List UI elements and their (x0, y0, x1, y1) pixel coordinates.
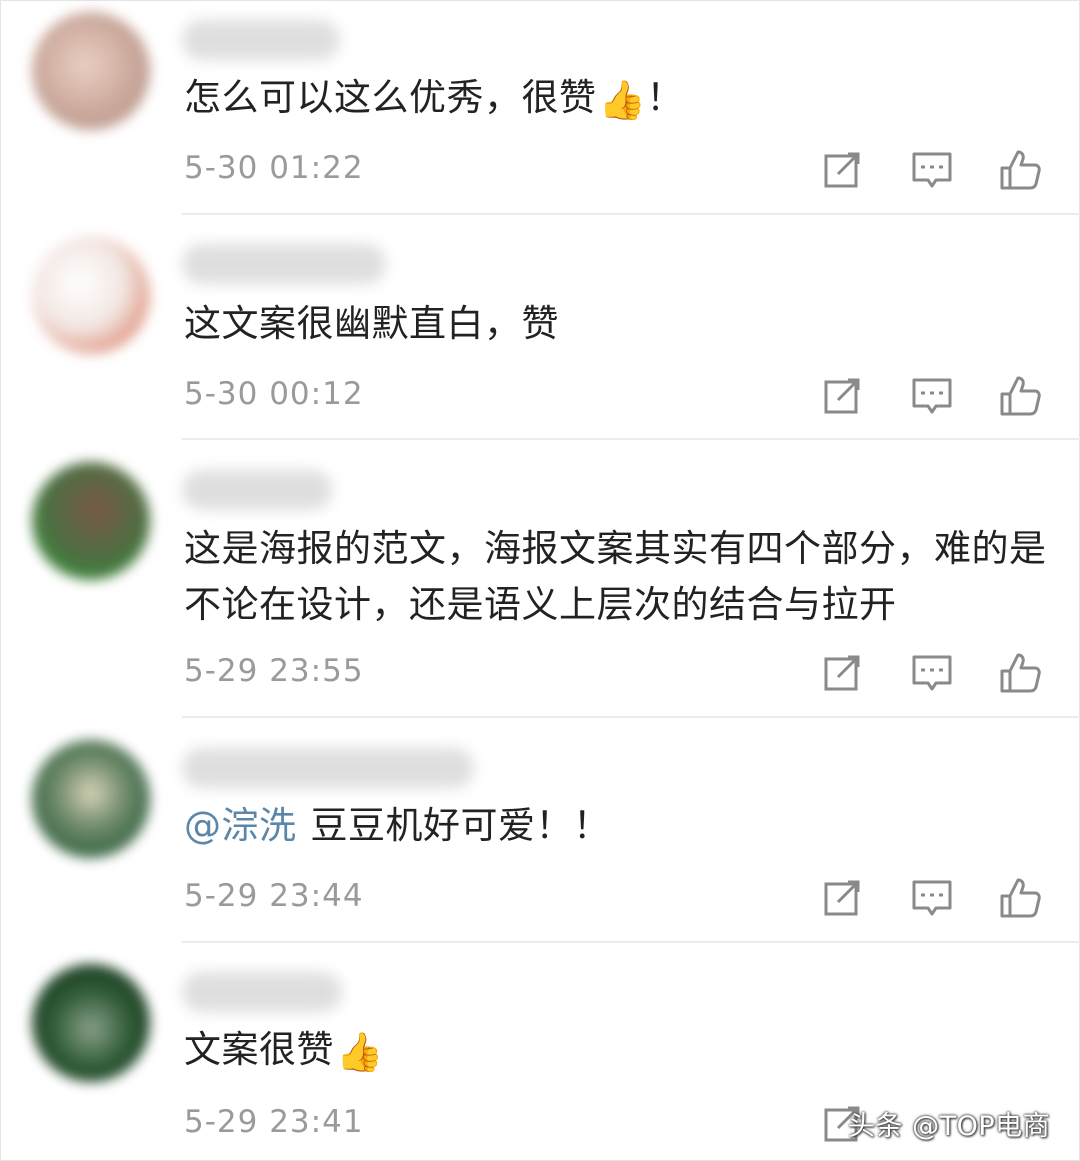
divider (182, 941, 1080, 943)
comment-text: 文案很赞👍 (184, 1022, 1054, 1080)
comment-icon[interactable] (910, 651, 954, 695)
comment-timestamp: 5-30 00:12 (184, 376, 364, 412)
share-icon[interactable] (822, 374, 866, 418)
comment-text: 这是海报的范文，海报文案其实有四个部分，难的是不论在设计，还是语义上层次的结合与… (184, 527, 1047, 626)
share-icon[interactable] (822, 876, 866, 920)
comment-icon[interactable] (910, 374, 954, 418)
divider (182, 438, 1080, 440)
thumbs-up-icon[interactable] (998, 148, 1042, 192)
share-icon[interactable] (822, 148, 866, 192)
username-blurred[interactable] (182, 20, 340, 60)
comment-icon[interactable] (910, 876, 954, 920)
thumbs-up-icon[interactable] (998, 651, 1042, 695)
divider (182, 716, 1080, 718)
avatar[interactable] (32, 462, 150, 580)
comment-text: @淙洗 豆豆机好可爱！！ (184, 804, 611, 847)
mention-link[interactable]: @淙洗 (184, 804, 297, 847)
username-blurred[interactable] (182, 748, 474, 788)
avatar[interactable] (32, 12, 150, 130)
avatar[interactable] (32, 236, 150, 354)
comment-timestamp: 5-29 23:55 (184, 653, 364, 689)
avatar[interactable] (32, 964, 150, 1082)
comment-text: 这文案很幽默直白，赞 (184, 302, 559, 345)
username-blurred[interactable] (182, 972, 342, 1012)
thumbs-up-icon[interactable] (998, 374, 1042, 418)
share-icon[interactable] (822, 651, 866, 695)
comment-timestamp: 5-30 01:22 (184, 150, 364, 186)
username-blurred[interactable] (182, 470, 332, 510)
watermark: 头条 @TOP电商 (848, 1111, 1051, 1142)
username-blurred[interactable] (182, 244, 386, 284)
divider (182, 213, 1080, 215)
thumbs-up-emoji: 👍 (336, 1029, 384, 1074)
comment-timestamp: 5-29 23:41 (184, 1104, 364, 1140)
avatar[interactable] (32, 740, 150, 858)
comment-text: 怎么可以这么优秀，很赞👍！ (184, 70, 1054, 128)
comment-timestamp: 5-29 23:44 (184, 878, 364, 914)
thumbs-up-icon[interactable] (998, 876, 1042, 920)
thumbs-up-emoji: 👍 (598, 77, 647, 122)
comment-icon[interactable] (910, 148, 954, 192)
